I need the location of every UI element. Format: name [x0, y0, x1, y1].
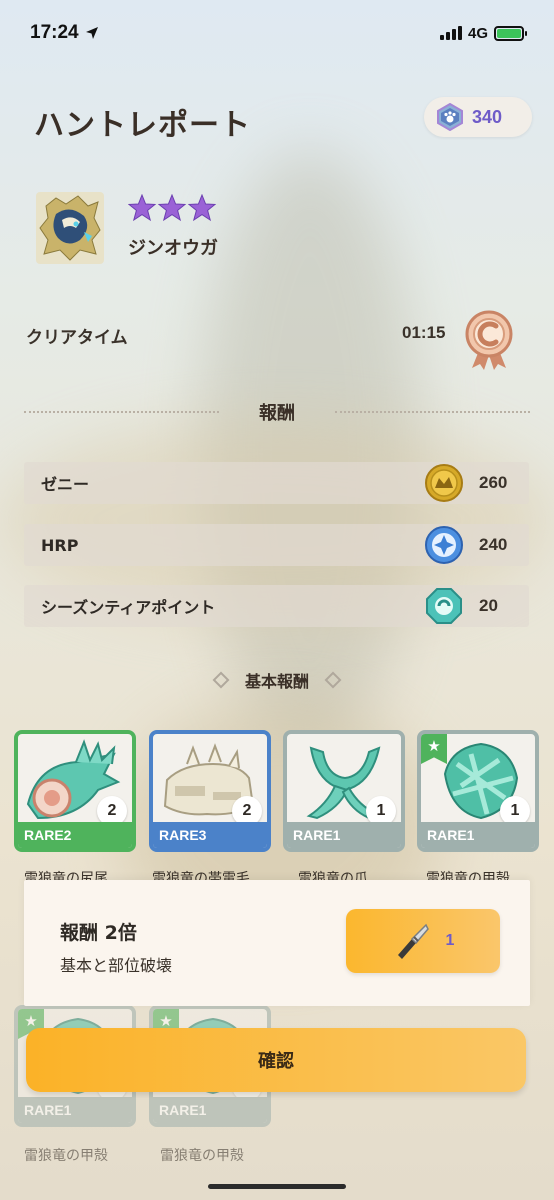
- rarity-label: RARE1: [421, 822, 535, 848]
- status-time: 17:24: [30, 22, 79, 43]
- paw-gem-icon: [437, 103, 463, 131]
- rarity-label: RARE3: [153, 822, 267, 848]
- reward-item-card[interactable]: 2 RARE3: [149, 730, 271, 852]
- confirm-button[interactable]: 確認: [26, 1028, 526, 1092]
- monster-icon: [36, 192, 104, 264]
- location-arrow-icon: [85, 27, 98, 39]
- reward-value: 20: [479, 596, 498, 615]
- rewards-divider: 報酬: [24, 399, 530, 425]
- difficulty-stars: [128, 194, 216, 222]
- star-icon: [188, 194, 216, 222]
- rarity-label: RARE1: [287, 822, 401, 848]
- reward-value: 260: [479, 473, 508, 492]
- clear-time-label: クリアタイム: [26, 328, 128, 348]
- reward-label: HRP: [41, 535, 79, 555]
- signal-icon: [439, 26, 462, 40]
- rewards-title: 報酬: [259, 403, 295, 424]
- basic-rewards-title: 基本報酬: [244, 672, 309, 691]
- double-reward-button[interactable]: 1: [346, 909, 500, 973]
- reward-item-card[interactable]: ★ 1 RARE1: [417, 730, 539, 852]
- confirm-label: 確認: [258, 1051, 294, 1072]
- reward-row-hrp: HRP 240: [24, 524, 529, 566]
- zenny-coin-icon: [425, 464, 463, 502]
- diamond-ornament-icon: [212, 671, 230, 689]
- reward-label: シーズンティアポイント: [41, 598, 216, 617]
- reward-row-season-tier: シーズンティアポイント 20: [24, 585, 529, 627]
- clear-time-value: 01:15: [402, 323, 446, 342]
- item-name: 雷狼竜の甲殻: [160, 1148, 244, 1164]
- status-bar: 17:24 4G: [0, 0, 554, 66]
- battery-icon: [494, 25, 527, 41]
- reward-item-card[interactable]: 1 RARE1: [283, 730, 405, 852]
- reward-label: ゼニー: [41, 475, 90, 494]
- page-title: ハントレポート: [34, 108, 251, 143]
- basic-rewards-divider: 基本報酬: [0, 668, 554, 692]
- hrp-icon: [425, 526, 463, 564]
- monster-name: ジンオウガ: [128, 238, 218, 259]
- rarity-label: RARE1: [153, 1097, 267, 1123]
- double-reward-title: 報酬 2倍: [60, 922, 137, 944]
- reward-value: 240: [479, 535, 508, 554]
- season-tier-icon: [426, 588, 462, 624]
- double-reward-subtitle: 基本と部位破壊: [60, 956, 173, 975]
- double-reward-count: 1: [445, 932, 455, 949]
- rarity-label: RARE1: [18, 1097, 132, 1123]
- rarity-label: RARE2: [18, 822, 132, 848]
- star-icon: [158, 194, 186, 222]
- home-indicator[interactable]: [208, 1184, 346, 1189]
- gem-count: 340: [472, 106, 503, 127]
- knife-ticket-icon: [397, 923, 429, 959]
- star-icon: [128, 194, 156, 222]
- double-reward-panel: 報酬 2倍 基本と部位破壊 1: [24, 880, 530, 1006]
- rank-c-medal-icon: [465, 310, 513, 370]
- gem-balance[interactable]: 340: [424, 97, 532, 137]
- reward-row-zenny: ゼニー 260: [24, 462, 529, 504]
- network-type: 4G: [467, 24, 488, 42]
- reward-item-card[interactable]: 2 RARE2: [14, 730, 136, 852]
- diamond-ornament-icon: [324, 671, 342, 689]
- item-name: 雷狼竜の甲殻: [24, 1148, 108, 1164]
